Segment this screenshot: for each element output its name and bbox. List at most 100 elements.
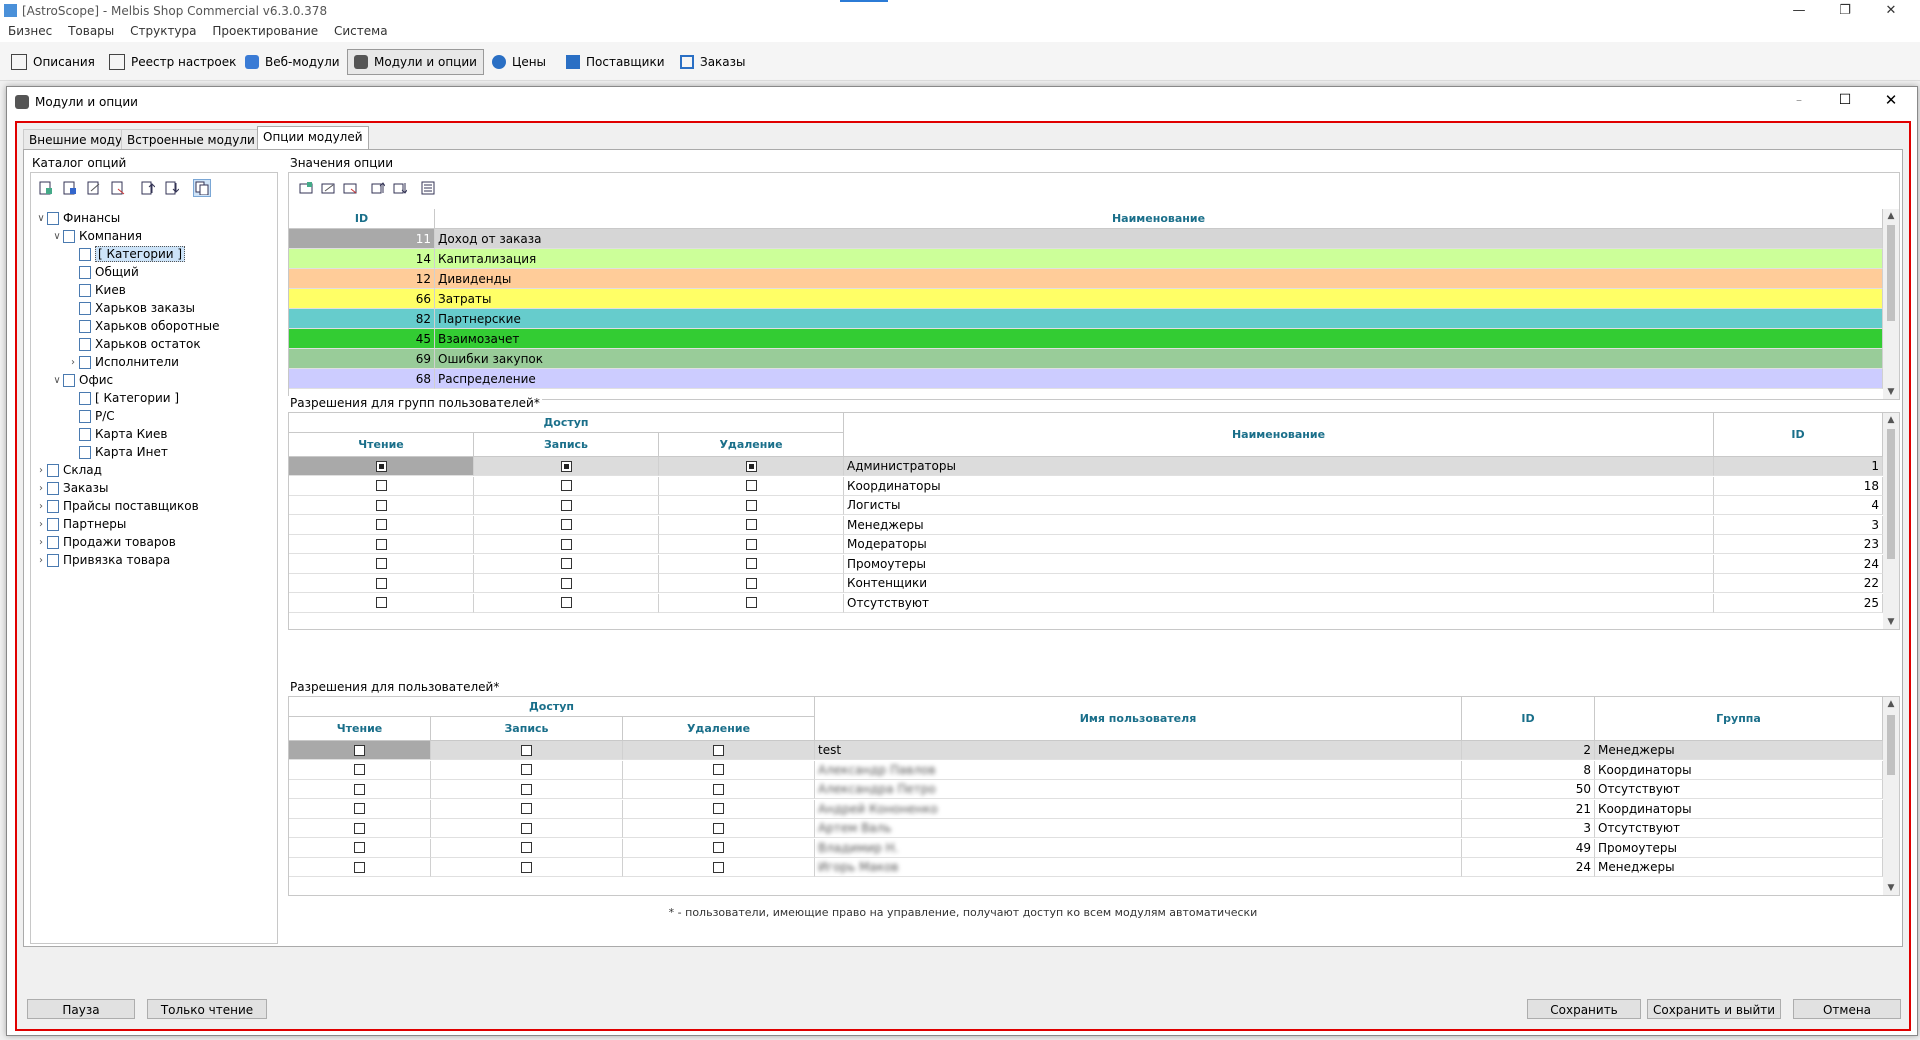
values-row[interactable]: 45 Взаимозачет: [289, 329, 1883, 349]
checkbox[interactable]: [375, 597, 387, 608]
tree-item[interactable]: ∨ Офис: [51, 371, 113, 389]
scroll-down-icon[interactable]: ▼: [1883, 615, 1899, 629]
user-perms-header-id[interactable]: ID: [1462, 697, 1595, 741]
user-perms-header-username[interactable]: Имя пользователя: [815, 697, 1462, 741]
checkbox[interactable]: [354, 842, 365, 853]
expand-icon[interactable]: ›: [35, 483, 47, 494]
checkbox[interactable]: [354, 744, 365, 756]
move-up-icon[interactable]: [139, 179, 157, 197]
checkbox[interactable]: [354, 764, 365, 775]
group-perms-header-id[interactable]: ID: [1714, 413, 1883, 457]
tree-item[interactable]: [ Категории ]: [67, 245, 186, 263]
checkbox[interactable]: [713, 822, 724, 834]
tree-item[interactable]: › Продажи товаров: [35, 533, 176, 551]
tree-item[interactable]: Р/С: [67, 407, 115, 425]
checkbox[interactable]: [560, 460, 572, 472]
expand-icon[interactable]: ›: [35, 465, 47, 476]
user-perms-scrollbar[interactable]: ▲ ▼: [1883, 697, 1899, 895]
edit-item-icon[interactable]: [85, 179, 103, 197]
menu-business[interactable]: Бизнес: [2, 22, 58, 40]
expand-icon[interactable]: ›: [67, 357, 79, 368]
expand-icon[interactable]: ›: [35, 519, 47, 530]
tree-item[interactable]: Харьков остаток: [67, 335, 201, 353]
checkbox[interactable]: [713, 764, 724, 775]
tree-item[interactable]: Общий: [67, 263, 139, 281]
tree-item[interactable]: › Прайсы поставщиков: [35, 497, 199, 515]
checkbox[interactable]: [354, 803, 365, 814]
toolbar-modules-options-button[interactable]: Модули и опции: [347, 49, 484, 75]
tree-item[interactable]: Карта Киев: [67, 425, 167, 443]
values-row[interactable]: 66 Затраты: [289, 289, 1883, 309]
checkbox[interactable]: [560, 558, 572, 569]
dialog-maximize-icon[interactable]: ☐: [1837, 92, 1853, 108]
menu-design[interactable]: Проектирование: [206, 22, 324, 40]
checkbox[interactable]: [745, 538, 757, 550]
collapse-icon[interactable]: ∨: [51, 231, 63, 242]
checkbox[interactable]: [560, 597, 572, 608]
tree-item[interactable]: › Исполнители: [67, 353, 179, 371]
checkbox[interactable]: [713, 842, 724, 853]
checkbox[interactable]: [713, 803, 724, 814]
add-folder-icon[interactable]: [37, 179, 55, 197]
user-perm-row[interactable]: Андрей Кононенко 21 Координаторы: [289, 799, 1883, 819]
move-down-icon[interactable]: [163, 179, 181, 197]
tree-item[interactable]: › Заказы: [35, 479, 109, 497]
scroll-down-icon[interactable]: ▼: [1883, 881, 1899, 895]
group-perms-header-write[interactable]: Запись: [474, 433, 659, 457]
checkbox[interactable]: [375, 499, 387, 511]
tree-item[interactable]: ∨ Финансы: [35, 209, 120, 227]
checkbox[interactable]: [560, 499, 572, 511]
values-row[interactable]: 68 Распределение: [289, 369, 1883, 389]
values-header-id[interactable]: ID: [289, 209, 435, 229]
values-header-name[interactable]: Наименование: [435, 209, 1883, 229]
values-move-up-icon[interactable]: [369, 179, 387, 197]
tree-item[interactable]: Киев: [67, 281, 126, 299]
checkbox[interactable]: [375, 558, 387, 569]
checkbox[interactable]: [713, 744, 724, 756]
toolbar-descriptions-button[interactable]: Описания: [4, 49, 102, 75]
values-scrollbar[interactable]: ▲ ▼: [1883, 209, 1899, 399]
checkbox[interactable]: [521, 783, 532, 795]
menu-products[interactable]: Товары: [62, 22, 120, 40]
group-perm-row[interactable]: Контенщики 22: [289, 574, 1883, 593]
scroll-up-icon[interactable]: ▲: [1883, 413, 1899, 427]
expand-icon[interactable]: ›: [35, 555, 47, 566]
values-row[interactable]: 12 Дивиденды: [289, 269, 1883, 289]
group-perm-row[interactable]: Модераторы 23: [289, 535, 1883, 554]
dialog-minimize-icon[interactable]: –: [1791, 93, 1807, 109]
tree-item[interactable]: › Привязка товара: [35, 551, 170, 569]
checkbox[interactable]: [560, 480, 572, 491]
user-perms-header-delete[interactable]: Удаление: [623, 717, 815, 741]
checkbox[interactable]: [521, 842, 532, 853]
tree-item[interactable]: Харьков оборотные: [67, 317, 219, 335]
tree-item[interactable]: ∨ Компания: [51, 227, 142, 245]
group-perms-header-read[interactable]: Чтение: [289, 433, 474, 457]
group-perm-row[interactable]: Координаторы 18: [289, 476, 1883, 496]
checkbox[interactable]: [745, 460, 757, 472]
checkbox[interactable]: [745, 597, 757, 608]
tab-builtin-modules[interactable]: Встроенные модули: [121, 129, 261, 150]
checkbox[interactable]: [521, 744, 532, 756]
values-move-down-icon[interactable]: [391, 179, 409, 197]
tree-item[interactable]: Карта Инет: [67, 443, 168, 461]
tab-module-options[interactable]: Опции модулей: [257, 126, 369, 151]
checkbox[interactable]: [521, 764, 532, 775]
checkbox[interactable]: [375, 577, 387, 589]
group-perm-row[interactable]: Отсутствуют 25: [289, 593, 1883, 613]
close-icon[interactable]: ✕: [1868, 0, 1914, 22]
toolbar-prices-button[interactable]: Цены: [485, 49, 553, 75]
checkbox[interactable]: [375, 460, 387, 472]
checkbox[interactable]: [560, 577, 572, 589]
tree-item[interactable]: Харьков заказы: [67, 299, 195, 317]
checkbox[interactable]: [560, 519, 572, 530]
toolbar-suppliers-button[interactable]: Поставщики: [559, 49, 672, 75]
checkbox[interactable]: [713, 861, 724, 873]
checkbox[interactable]: [560, 538, 572, 550]
values-edit-icon[interactable]: [319, 179, 337, 197]
group-perm-row[interactable]: Администраторы 1: [289, 457, 1883, 476]
checkbox[interactable]: [745, 577, 757, 589]
checkbox[interactable]: [521, 822, 532, 834]
values-add-icon[interactable]: [297, 179, 315, 197]
user-perm-row[interactable]: test 2 Менеджеры: [289, 741, 1883, 760]
user-perms-scroll-thumb[interactable]: [1887, 715, 1895, 775]
